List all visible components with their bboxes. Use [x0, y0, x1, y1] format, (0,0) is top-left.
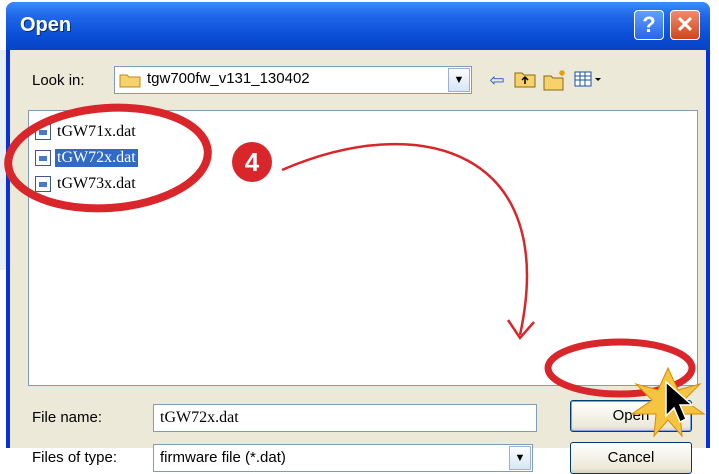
files-of-type-dropdown[interactable]: firmware file (*.dat) ▼ [153, 444, 533, 472]
back-arrow-icon[interactable]: ⇦ [484, 69, 510, 93]
files-of-type-value: firmware file (*.dat) [160, 449, 286, 466]
dialog-body: Look in: tgw700fw_v131_130402 ▼ ⇦ tGW71x… [10, 50, 706, 474]
folder-icon [119, 74, 141, 88]
look-in-label: Look in: [32, 72, 85, 89]
dat-file-icon [35, 150, 51, 166]
help-button[interactable]: ? [634, 10, 664, 40]
open-button[interactable]: Open [570, 400, 692, 432]
file-item-tgw72x[interactable]: tGW72x.dat [35, 147, 138, 169]
view-menu-icon[interactable] [572, 69, 606, 93]
cancel-button[interactable]: Cancel [570, 442, 692, 474]
dat-file-icon [35, 176, 51, 192]
file-name-input[interactable]: tGW72x.dat [153, 404, 537, 432]
new-folder-icon[interactable] [542, 69, 568, 93]
file-name: tGW72x.dat [55, 149, 138, 167]
close-button[interactable]: ✕ [670, 10, 700, 40]
look-in-value: tgw700fw_v131_130402 [147, 70, 310, 87]
look-in-dropdown[interactable]: tgw700fw_v131_130402 ▼ [114, 66, 472, 94]
files-of-type-label: Files of type: [32, 449, 118, 466]
step-number-badge: 4 [232, 142, 272, 182]
file-name-label: File name: [32, 409, 103, 426]
up-folder-icon[interactable] [512, 69, 538, 93]
open-dialog: Open ? ✕ Look in: tgw700fw_v131_130402 ▼… [6, 2, 710, 474]
file-item-tgw71x[interactable]: tGW71x.dat [35, 121, 138, 143]
file-name: tGW71x.dat [57, 123, 136, 140]
dat-file-icon [35, 124, 51, 140]
title-bar: Open ? ✕ [6, 2, 710, 50]
file-item-tgw73x[interactable]: tGW73x.dat [35, 173, 138, 195]
file-list[interactable]: tGW71x.dat tGW72x.dat tGW73x.dat [28, 110, 698, 386]
file-name: tGW73x.dat [57, 175, 136, 192]
chevron-down-icon[interactable]: ▼ [448, 68, 470, 92]
dialog-title: Open [20, 14, 72, 36]
